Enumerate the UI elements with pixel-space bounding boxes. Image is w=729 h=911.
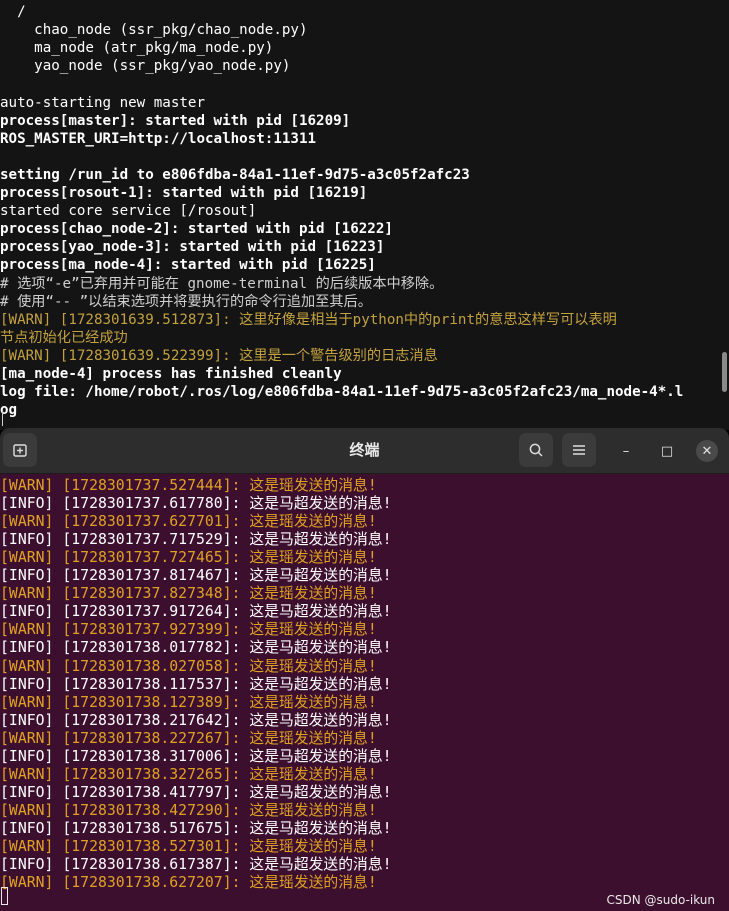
terminal-line: chao_node (ssr_pkg/chao_node.py): [0, 22, 308, 39]
terminal-line: # 使用“-- ”以结束选项并将要执行的命令行追加至其后。: [0, 293, 372, 310]
top-terminal-output[interactable]: / chao_node (ssr_pkg/chao_node.py) ma_no…: [0, 0, 729, 430]
terminal-line: started core service [/rosout]: [0, 203, 257, 220]
terminal-line: [WARN] [1728301639.522399]: 这里是一个警告级别的日志…: [0, 347, 438, 364]
search-icon: [529, 443, 543, 457]
log-line-info: [INFO] [1728301738.517675]: 这是马超发送的消息!: [0, 819, 392, 837]
terminal-line: process[rosout-1]: started with pid [162…: [0, 185, 368, 201]
hamburger-menu-icon: [573, 445, 585, 455]
log-line-warn: [WARN] [1728301737.927399]: 这是瑶发送的消息!: [0, 621, 377, 639]
terminal-line: process[chao_node-2]: started with pid […: [0, 221, 393, 238]
menu-button[interactable]: [562, 433, 596, 467]
minimize-button[interactable]: –: [615, 440, 637, 462]
close-icon: ✕: [701, 443, 713, 459]
log-line-info: [INFO] [1728301737.917264]: 这是马超发送的消息!: [0, 603, 392, 621]
log-line-warn: [WARN] [1728301738.627207]: 这是瑶发送的消息!: [0, 874, 377, 892]
maximize-icon: □: [660, 443, 674, 459]
log-line-info: [INFO] [1728301738.317006]: 这是马超发送的消息!: [0, 747, 392, 765]
log-line-warn: [WARN] [1728301738.527301]: 这是瑶发送的消息!: [0, 838, 377, 855]
log-line-info: [INFO] [1728301738.417797]: 这是马超发送的消息!: [0, 783, 392, 801]
log-line-warn: [WARN] [1728301738.227267]: 这是瑶发送的消息!: [0, 729, 377, 747]
bottom-terminal-output[interactable]: CSDN @sudo-ikun [WARN] [1728301737.52744…: [0, 474, 729, 911]
log-line-warn: [WARN] [1728301738.027058]: 这是瑶发送的消息!: [0, 657, 377, 675]
terminal-line: [ma_node-4] process has finished cleanly: [0, 366, 342, 382]
minimize-icon: –: [622, 443, 630, 459]
log-line-info: [INFO] [1728301738.617387]: 这是马超发送的消息!: [0, 856, 392, 874]
text-cursor: [2, 410, 3, 426]
text-cursor: [1, 887, 8, 905]
terminal-line: process[master]: started with pid [16209…: [0, 112, 351, 129]
search-button[interactable]: [519, 433, 553, 467]
log-line-warn: [WARN] [1728301737.827348]: 这是瑶发送的消息!: [0, 585, 377, 603]
log-line-info: [INFO] [1728301737.717529]: 这是马超发送的消息!: [0, 531, 392, 549]
watermark: CSDN @sudo-ikun: [606, 893, 715, 907]
log-line-warn: [WARN] [1728301738.127389]: 这是瑶发送的消息!: [0, 693, 377, 711]
terminal-line: ma_node (atr_pkg/ma_node.py): [0, 40, 274, 57]
terminal-line: /: [0, 4, 26, 20]
log-line-info: [INFO] [1728301738.217642]: 这是马超发送的消息!: [0, 711, 392, 729]
log-line-warn: [WARN] [1728301738.427290]: 这是瑶发送的消息!: [0, 801, 377, 819]
terminal-line: ROS_MASTER_URI=http://localhost:11311: [0, 130, 317, 147]
log-line-info: [INFO] [1728301738.017782]: 这是马超发送的消息!: [0, 639, 392, 657]
maximize-button[interactable]: □: [656, 440, 678, 462]
log-line-warn: [WARN] [1728301737.727465]: 这是瑶发送的消息!: [0, 549, 377, 567]
log-line-info: [INFO] [1728301738.117537]: 这是马超发送的消息!: [0, 675, 392, 693]
log-line-info: [INFO] [1728301737.617780]: 这是马超发送的消息!: [0, 495, 392, 513]
terminal-line: auto-starting new master: [0, 94, 205, 111]
close-button[interactable]: ✕: [696, 440, 718, 462]
log-line-warn: [WARN] [1728301738.327265]: 这是瑶发送的消息!: [0, 765, 377, 783]
terminal-line: process[yao_node-3]: started with pid [1…: [0, 239, 385, 256]
terminal-line: log file: /home/robot/.ros/log/e806fdba-…: [0, 384, 684, 401]
terminal-line: setting /run_id to e806fdba-84a1-11ef-9d…: [0, 166, 470, 183]
log-line-info: [INFO] [1728301737.817467]: 这是马超发送的消息!: [0, 567, 392, 585]
log-line-warn: [WARN] [1728301737.627701]: 这是瑶发送的消息!: [0, 513, 377, 531]
scrollbar-thumb[interactable]: [722, 352, 727, 392]
terminal-titlebar: 终端 – □ ✕: [0, 428, 729, 474]
terminal-line: [WARN] [1728301639.512873]: 这里好像是相当于pyth…: [0, 311, 617, 328]
terminal-line: 节点初始化已经成功: [0, 329, 128, 346]
terminal-line: # 选项“-e”已弃用并可能在 gnome-terminal 的后续版本中移除。: [0, 275, 444, 292]
log-line-warn: [WARN] [1728301737.527444]: 这是瑶发送的消息!: [0, 477, 377, 494]
terminal-line: yao_node (ssr_pkg/yao_node.py): [0, 58, 291, 75]
terminal-line: process[ma_node-4]: started with pid [16…: [0, 257, 376, 274]
